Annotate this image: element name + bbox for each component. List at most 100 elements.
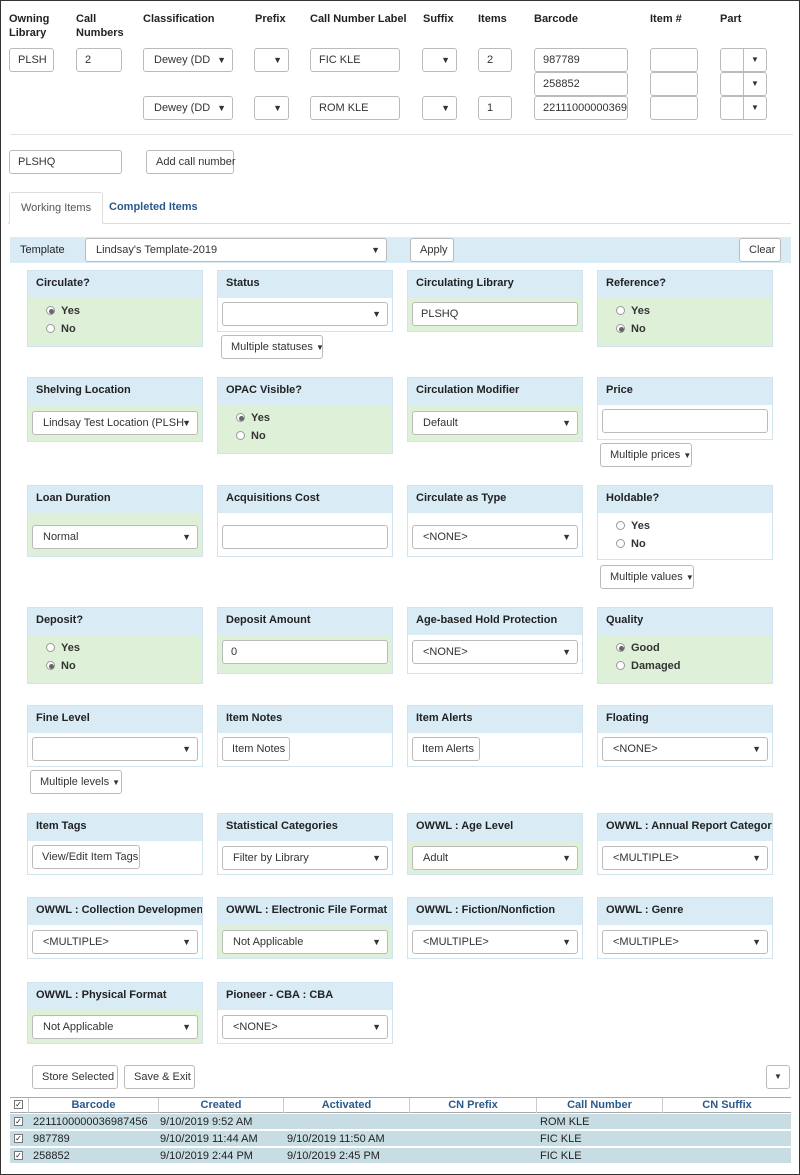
acquisitions-cost-input[interactable] <box>222 525 388 549</box>
part-select-3[interactable]: ▼ <box>720 96 767 120</box>
column-created[interactable]: Created <box>158 1098 283 1113</box>
quality-damaged-radio[interactable]: Damaged <box>616 660 681 672</box>
part-select-2[interactable]: ▼ <box>720 72 767 96</box>
field-title: Circulate as Type <box>408 486 582 513</box>
holdable-no-radio[interactable]: No <box>616 538 646 550</box>
items-count-input-1[interactable]: 2 <box>478 48 512 72</box>
column-cn-prefix[interactable]: CN Prefix <box>409 1098 536 1113</box>
caret-down-icon[interactable]: ▼ <box>743 48 767 72</box>
pioneer-cba-select[interactable]: <NONE> ▼ <box>222 1015 388 1039</box>
quality-good-radio[interactable]: Good <box>616 642 660 654</box>
multiple-levels-button[interactable]: Multiple levels ▼ <box>30 770 122 794</box>
new-library-input[interactable]: PLSHQ <box>9 150 122 174</box>
row-checkbox[interactable]: ✓ <box>14 1151 23 1160</box>
loan-duration-select[interactable]: Normal ▼ <box>32 525 198 549</box>
part-value[interactable] <box>720 72 744 96</box>
electronic-file-format-select[interactable]: Not Applicable ▼ <box>222 930 388 954</box>
select-all-checkbox[interactable]: ✓ <box>14 1100 23 1109</box>
field-pioneer-cba: Pioneer - CBA : CBA <NONE> ▼ <box>217 982 393 1044</box>
column-barcode[interactable]: Barcode <box>28 1098 158 1113</box>
deposit-no-radio[interactable]: No <box>46 660 76 672</box>
multiple-statuses-button[interactable]: Multiple statuses ▼ <box>221 335 324 359</box>
opac-visible-yes-radio[interactable]: Yes <box>236 412 270 424</box>
item-alerts-button[interactable]: Item Alerts <box>412 737 480 761</box>
item-number-input-2[interactable] <box>650 72 698 96</box>
multiple-prices-button[interactable]: Multiple prices ▼ <box>600 443 692 467</box>
table-row[interactable]: ✓ 987789 9/10/2019 11:44 AM 9/10/2019 11… <box>10 1131 791 1147</box>
part-select-1[interactable]: ▼ <box>720 48 767 72</box>
prefix-select-1[interactable]: ▼ <box>254 48 289 72</box>
price-input[interactable] <box>602 409 768 433</box>
call-number-label-input-2[interactable]: ROM KLE <box>310 96 400 120</box>
table-row[interactable]: ✓ 258852 9/10/2019 2:44 PM 9/10/2019 2:4… <box>10 1148 791 1164</box>
age-hold-protection-select[interactable]: <NONE> ▼ <box>412 640 578 664</box>
deposit-yes-radio[interactable]: Yes <box>46 642 80 654</box>
radio-icon <box>616 539 625 548</box>
row-checkbox[interactable]: ✓ <box>14 1134 23 1143</box>
multiple-values-button[interactable]: Multiple values ▼ <box>600 565 694 589</box>
prefix-select-2[interactable]: ▼ <box>254 96 289 120</box>
reference-no-radio[interactable]: No <box>616 323 646 335</box>
apply-button[interactable]: Apply <box>410 238 454 262</box>
barcode-input-1[interactable]: 987789 <box>534 48 628 72</box>
part-value[interactable] <box>720 48 744 72</box>
opac-visible-no-radio[interactable]: No <box>236 430 266 442</box>
floating-select[interactable]: <NONE> ▼ <box>602 737 768 761</box>
annual-report-category-select[interactable]: <MULTIPLE> ▼ <box>602 846 768 870</box>
template-select[interactable]: Lindsay's Template-2019 ▼ <box>85 238 387 262</box>
field-holdable: Holdable? Yes No <box>597 485 773 560</box>
circulating-library-input[interactable]: PLSHQ <box>412 302 578 326</box>
caret-down-icon[interactable]: ▼ <box>743 96 767 120</box>
age-level-select[interactable]: Adult ▼ <box>412 846 578 870</box>
caret-down-icon[interactable]: ▼ <box>743 72 767 96</box>
item-number-input-3[interactable] <box>650 96 698 120</box>
field-shelving-location: Shelving Location Lindsay Test Location … <box>27 377 203 442</box>
collection-development-select[interactable]: <MULTIPLE> ▼ <box>32 930 198 954</box>
field-genre: OWWL : Genre <MULTIPLE> ▼ <box>597 897 773 959</box>
suffix-select-2[interactable]: ▼ <box>422 96 457 120</box>
circulate-yes-radio[interactable]: Yes <box>46 305 80 317</box>
owning-library-input[interactable]: PLSH <box>9 48 54 72</box>
tab-completed-items[interactable]: Completed Items <box>98 192 209 224</box>
classification-select-2[interactable]: Dewey (DD ▼ <box>143 96 233 120</box>
field-acquisitions-cost: Acquisitions Cost <box>217 485 393 557</box>
call-number-label-input-1[interactable]: FIC KLE <box>310 48 400 72</box>
tab-working-items[interactable]: Working Items <box>9 192 104 224</box>
items-count-input-2[interactable]: 1 <box>478 96 512 120</box>
physical-format-select[interactable]: Not Applicable ▼ <box>32 1015 198 1039</box>
call-numbers-count-input[interactable]: 2 <box>76 48 122 72</box>
column-cn-suffix[interactable]: CN Suffix <box>662 1098 791 1113</box>
row-checkbox[interactable]: ✓ <box>14 1117 23 1126</box>
column-activated[interactable]: Activated <box>283 1098 409 1113</box>
fine-level-select[interactable]: ▼ <box>32 737 198 761</box>
item-number-input-1[interactable] <box>650 48 698 72</box>
circulation-modifier-select[interactable]: Default ▼ <box>412 411 578 435</box>
barcode-input-2[interactable]: 258852 <box>534 72 628 96</box>
clear-button[interactable]: Clear <box>739 238 781 262</box>
deposit-amount-input[interactable]: 0 <box>222 640 388 664</box>
save-and-exit-button[interactable]: Save & Exit <box>124 1065 195 1089</box>
field-title: OPAC Visible? <box>218 378 392 405</box>
classification-select-1[interactable]: Dewey (DD ▼ <box>143 48 233 72</box>
view-edit-item-tags-button[interactable]: View/Edit Item Tags <box>32 845 140 869</box>
field-title: Circulate? <box>28 271 202 298</box>
suffix-select-1[interactable]: ▼ <box>422 48 457 72</box>
barcode-input-3[interactable]: 22111000000369 <box>534 96 628 120</box>
stat-cat-library-filter-select[interactable]: Filter by Library ▼ <box>222 846 388 870</box>
holdable-yes-radio[interactable]: Yes <box>616 520 650 532</box>
genre-select[interactable]: <MULTIPLE> ▼ <box>602 930 768 954</box>
grid-actions-menu-button[interactable]: ▼ <box>766 1065 790 1089</box>
part-value[interactable] <box>720 96 744 120</box>
reference-yes-radio[interactable]: Yes <box>616 305 650 317</box>
field-title: Item Tags <box>28 814 202 841</box>
circulate-as-type-select[interactable]: <NONE> ▼ <box>412 525 578 549</box>
column-call-number[interactable]: Call Number <box>536 1098 662 1113</box>
store-selected-button[interactable]: Store Selected <box>32 1065 118 1089</box>
table-row[interactable]: ✓ 2211100000036987456 9/10/2019 9:52 AM … <box>10 1114 791 1130</box>
add-call-number-button[interactable]: Add call number <box>146 150 236 174</box>
status-select[interactable]: ▼ <box>222 302 388 326</box>
shelving-location-select[interactable]: Lindsay Test Location (PLSH ▼ <box>32 411 198 435</box>
circulate-no-radio[interactable]: No <box>46 323 76 335</box>
fiction-nonfiction-select[interactable]: <MULTIPLE> ▼ <box>412 930 578 954</box>
item-notes-button[interactable]: Item Notes <box>222 737 290 761</box>
